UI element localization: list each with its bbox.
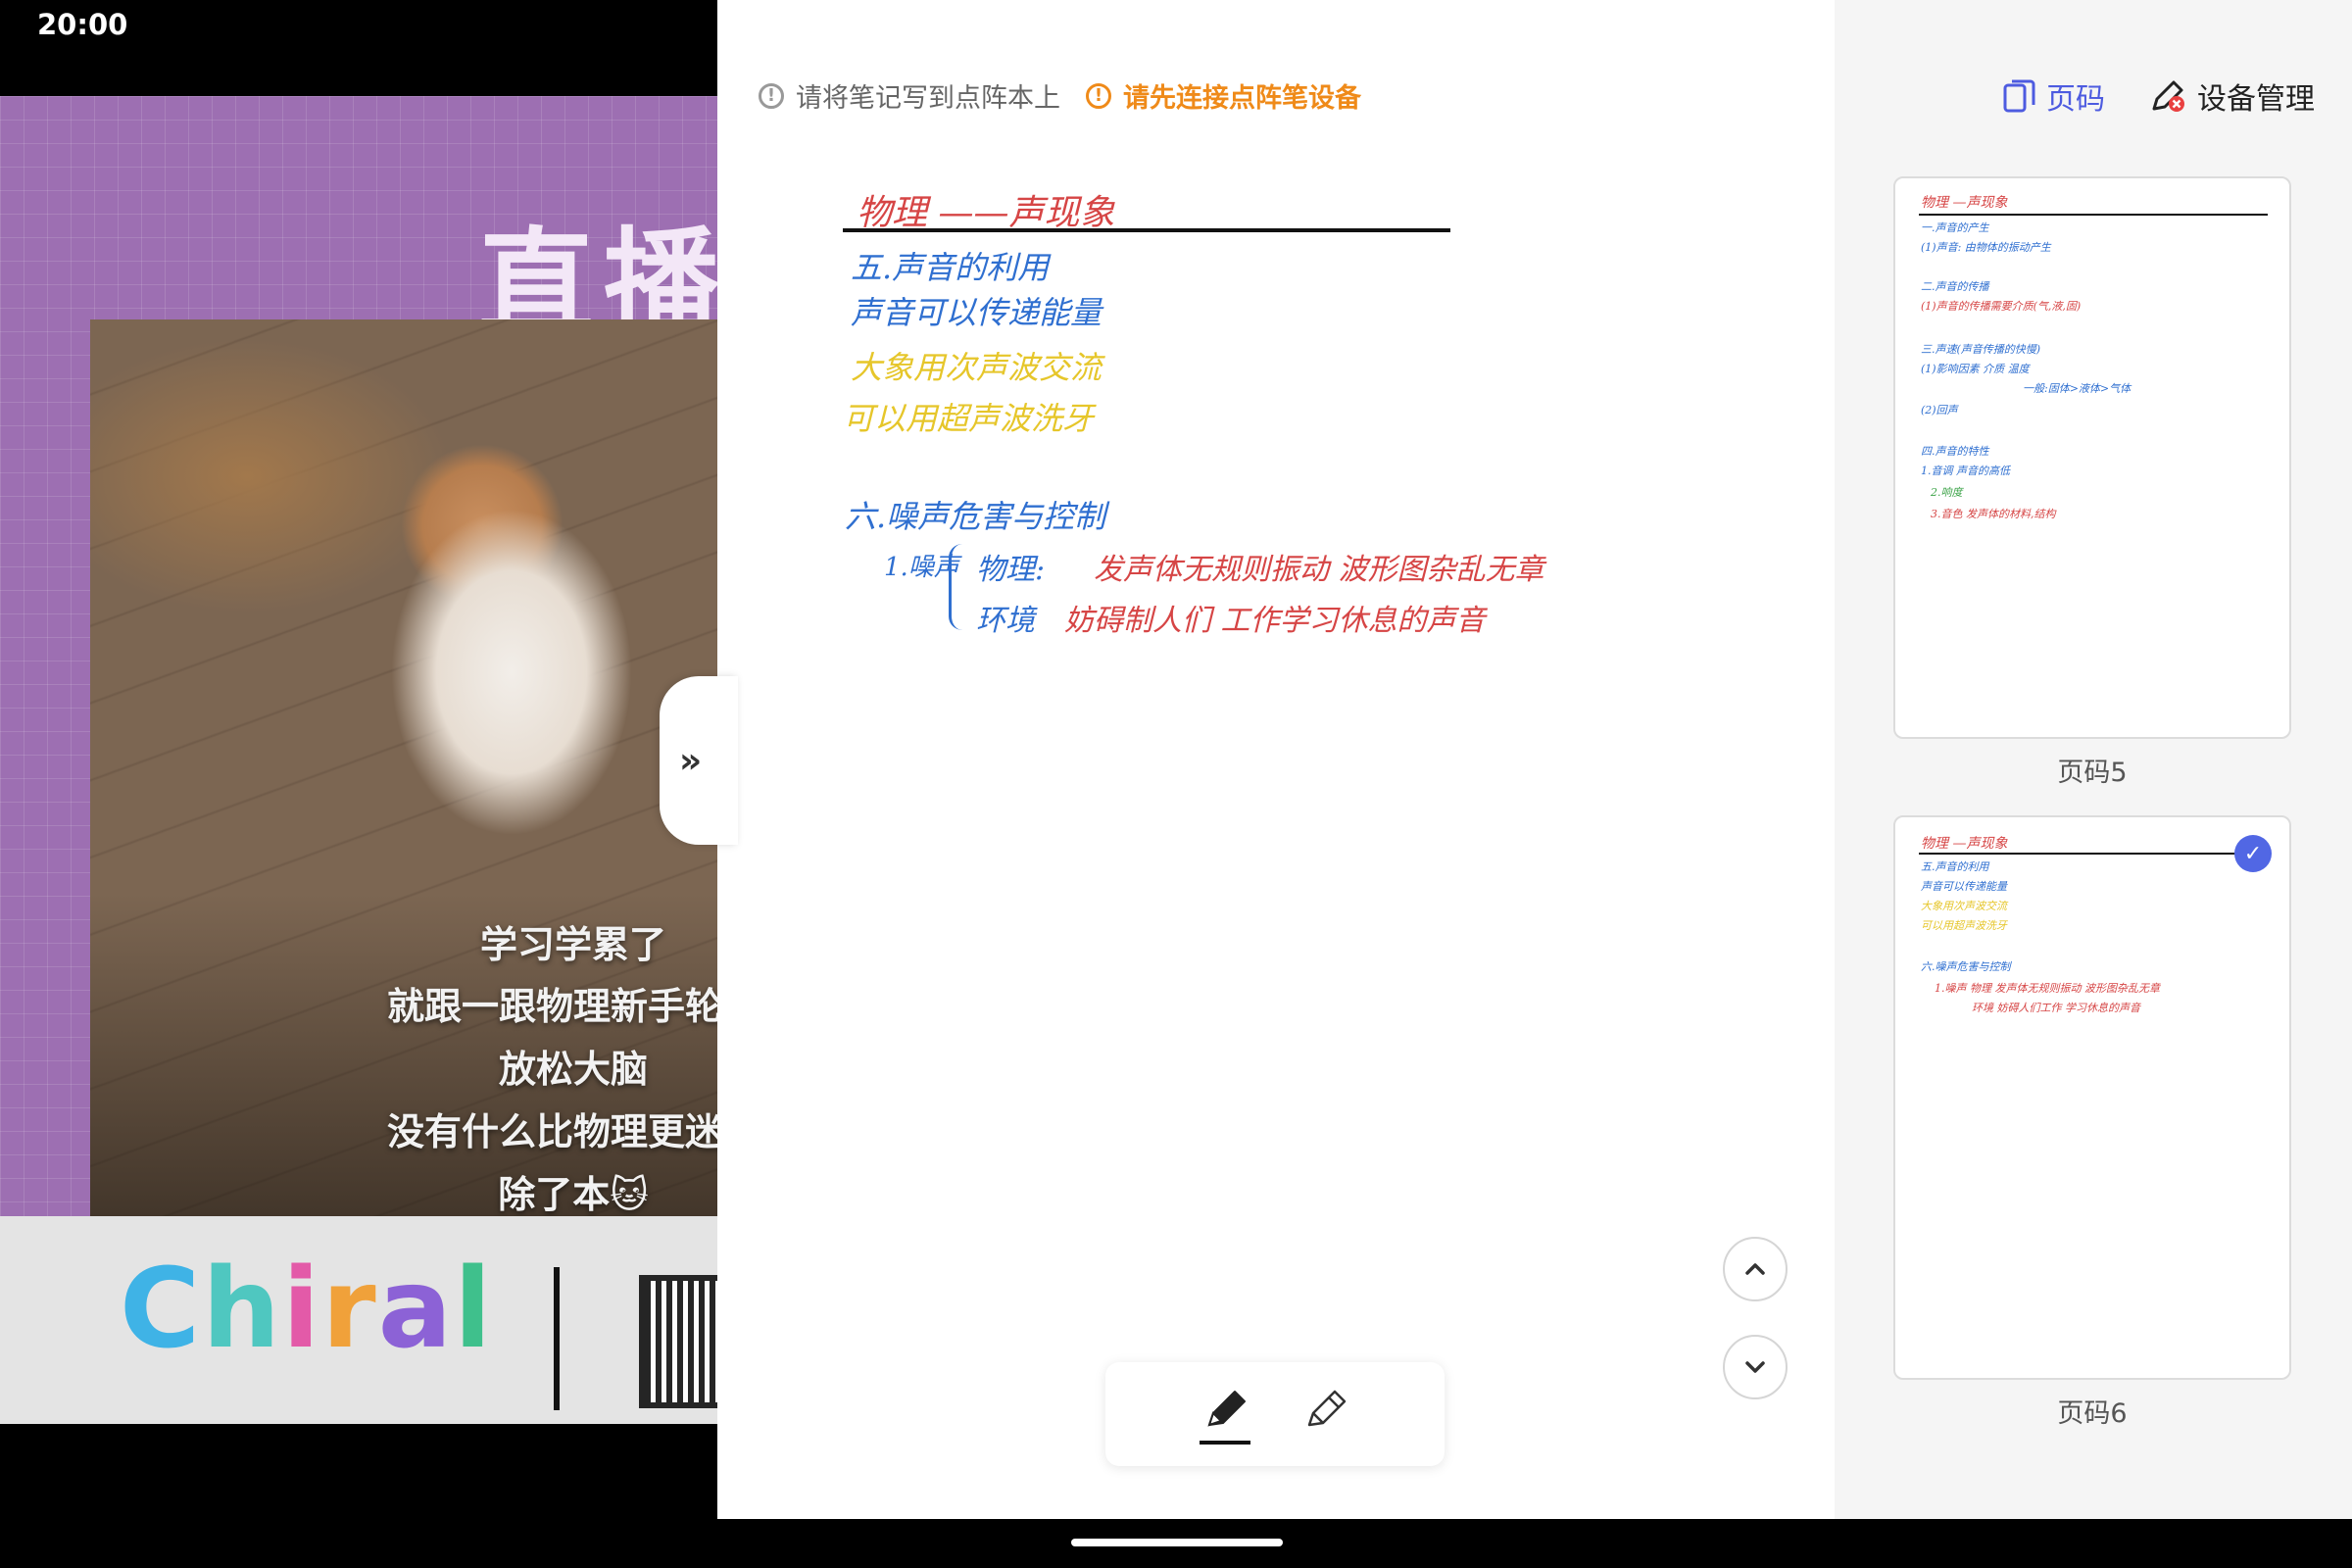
thumb-line: 2.响度 bbox=[1931, 486, 1963, 499]
warning-icon: ! bbox=[1086, 82, 1111, 109]
device-management-button[interactable]: 设备管理 bbox=[2148, 74, 2315, 118]
note-line: 物理: bbox=[976, 553, 1046, 587]
thumb-line: (2)回声 bbox=[1921, 404, 1958, 416]
note-line: 六.噪声危害与控制 bbox=[845, 498, 1106, 535]
footer-divider bbox=[554, 1267, 560, 1410]
video-caption-5: 除了本🐱 bbox=[498, 1173, 649, 1216]
thumb-line: 一.声音的产生 bbox=[1921, 221, 1989, 234]
collapse-panel-handle[interactable]: » bbox=[660, 676, 738, 845]
thumb-line: 可以用超声波洗牙 bbox=[1921, 919, 2007, 932]
status-time: 20:00 bbox=[37, 8, 128, 41]
thumb-line: (1)影响因素 介质 温度 bbox=[1921, 363, 2030, 375]
note-line: 妨碍制人们 工作学习休息的声音 bbox=[1064, 604, 1486, 638]
selected-check-icon: ✓ bbox=[2234, 835, 2272, 872]
page-thumbnail-6-label: 页码6 bbox=[2057, 1398, 2128, 1429]
thumb-line: 1.噪声 物理 发声体无规则振动 波形图杂乱无章 bbox=[1935, 982, 2160, 995]
video-footer: Chiral bbox=[0, 1216, 717, 1424]
video-player[interactable]: 直播 学习学累了 就跟一跟物理新手轮直 放松大脑 没有什么比物理更迷人 除了本🐱… bbox=[0, 96, 717, 1424]
info-icon: ! bbox=[759, 82, 784, 109]
hint-row: ! 请将笔记写到点阵本上 ! 请先连接点阵笔设备 bbox=[759, 76, 1361, 115]
note-line: 声音可以传递能量 bbox=[851, 294, 1102, 331]
double-chevron-right-icon: » bbox=[679, 740, 703, 781]
thumb-line: 3.音色 发声体的材料,结构 bbox=[1931, 508, 2056, 520]
page-thumbnail-5[interactable]: 物理 —声现象 一.声音的产生 (1)声音: 由物体的振动产生 二.声音的传播 … bbox=[1893, 176, 2291, 739]
video-caption-2: 就跟一跟物理新手轮直 bbox=[386, 985, 717, 1028]
page-up-button[interactable] bbox=[1723, 1237, 1788, 1301]
title-underline bbox=[843, 228, 1450, 232]
thumb-line: 声音可以传递能量 bbox=[1921, 880, 2007, 893]
thumb-line: 二.声音的传播 bbox=[1921, 280, 1989, 293]
note-line: 可以用超声波洗牙 bbox=[843, 400, 1095, 437]
page-down-button[interactable] bbox=[1723, 1335, 1788, 1399]
thumb-line: 三.声速(声音传播的快慢) bbox=[1921, 343, 2041, 356]
letterbox-bottom bbox=[0, 1424, 717, 1568]
chiral-logo: Chiral bbox=[120, 1246, 494, 1373]
home-indicator[interactable] bbox=[1071, 1539, 1283, 1546]
thumb-line: 1.音调 声音的高低 bbox=[1921, 465, 2010, 477]
thumb-line: (1)声音: 由物体的振动产生 bbox=[1921, 241, 2051, 254]
note-line: 发声体无规则振动 波形图杂乱无章 bbox=[1094, 553, 1544, 587]
pages-icon bbox=[2003, 79, 2035, 113]
page-thumbnail-6[interactable]: 物理 —声现象 五.声音的利用 声音可以传递能量 大象用次声波交流 可以用超声波… bbox=[1893, 815, 2291, 1380]
pen-toolbar bbox=[1105, 1362, 1445, 1466]
note-line: 五.声音的利用 bbox=[851, 249, 1050, 286]
device-management-label: 设备管理 bbox=[2197, 82, 2315, 117]
video-caption-1: 学习学累了 bbox=[479, 923, 666, 966]
thumb-line: 六.噪声危害与控制 bbox=[1921, 960, 2011, 973]
video-caption-3: 放松大脑 bbox=[498, 1048, 648, 1091]
video-background: 直播 学习学累了 就跟一跟物理新手轮直 放松大脑 没有什么比物理更迷人 除了本🐱 bbox=[0, 96, 717, 1216]
thumb-line: 物理 —声现象 bbox=[1921, 836, 2008, 852]
thumb-line: 环境 妨碍人们工作 学习休息的声音 bbox=[1972, 1002, 2140, 1014]
video-caption-4: 没有什么比物理更迷人 bbox=[386, 1110, 717, 1153]
page-sidebar: 页码 设备管理 物理 —声现象 一.声音的产生 (1)声音: 由物体的振动产生 … bbox=[1835, 0, 2352, 1519]
qr-code bbox=[639, 1275, 717, 1408]
note-brace bbox=[949, 544, 969, 630]
chevron-down-icon bbox=[1745, 1361, 1765, 1373]
thumb-line: (1)声音的传播需要介质(气,液,固) bbox=[1921, 300, 2082, 313]
chevron-up-icon bbox=[1745, 1263, 1765, 1275]
page-code-button[interactable]: 页码 bbox=[2001, 74, 2105, 118]
hint-connect-pen[interactable]: 请先连接点阵笔设备 bbox=[1123, 76, 1361, 115]
note-panel: ! 请将笔记写到点阵本上 ! 请先连接点阵笔设备 物理 ——声现象 五.声音的利… bbox=[717, 0, 1835, 1519]
hint-write-on-notebook: 请将笔记写到点阵本上 bbox=[796, 83, 1060, 114]
active-tool-indicator bbox=[1200, 1441, 1250, 1445]
page-thumbnail-5-label: 页码5 bbox=[2057, 758, 2128, 788]
pen-outline-tool[interactable] bbox=[1296, 1380, 1354, 1439]
thumb-line: 物理 —声现象 bbox=[1921, 195, 2008, 211]
thumb-line: 大象用次声波交流 bbox=[1921, 900, 2007, 912]
note-line: 环境 bbox=[976, 604, 1035, 638]
note-line: 大象用次声波交流 bbox=[851, 349, 1102, 386]
thumb-line: 一般:固体>液体>气体 bbox=[2023, 382, 2132, 395]
thumb-line: 五.声音的利用 bbox=[1921, 860, 1989, 873]
pen-disconnected-icon bbox=[2152, 80, 2184, 112]
pen-filled-tool[interactable] bbox=[1196, 1380, 1254, 1439]
page-code-label: 页码 bbox=[2046, 82, 2105, 117]
thumb-line: 四.声音的特性 bbox=[1921, 445, 1989, 458]
